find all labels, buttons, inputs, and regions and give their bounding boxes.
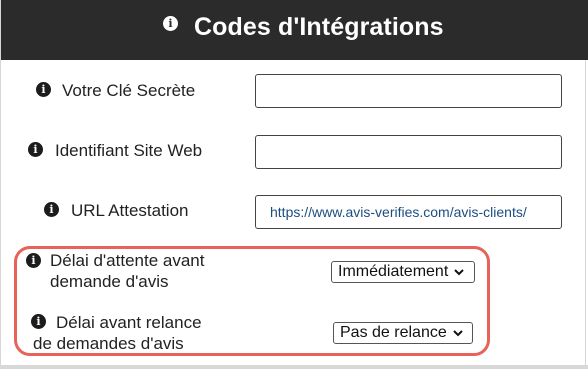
chevron-down-icon — [453, 330, 463, 337]
delay-select[interactable]: Immédiatement — [331, 261, 475, 283]
info-icon[interactable]: i — [44, 202, 59, 217]
reminder-label-line2: de demandes d'avis — [33, 334, 184, 353]
bottom-divider — [0, 365, 588, 369]
integration-codes-panel: i Codes d'Intégrations i Votre Clé Secrè… — [0, 0, 588, 365]
secret-key-input[interactable] — [255, 74, 562, 108]
reminder-select[interactable]: Pas de relance — [333, 322, 473, 344]
info-icon[interactable]: i — [28, 142, 43, 157]
panel-header: i Codes d'Intégrations — [1, 0, 588, 60]
page-title: Codes d'Intégrations — [194, 13, 444, 41]
url-attestation-input[interactable] — [255, 195, 562, 229]
info-icon[interactable]: i — [36, 82, 51, 97]
site-id-input[interactable] — [255, 135, 562, 169]
delay-label-line1: Délai d'attente avant — [50, 251, 205, 270]
info-icon: i — [163, 16, 178, 31]
reminder-select-value: Pas de relance — [340, 324, 447, 341]
delay-select-value: Immédiatement — [338, 263, 449, 280]
secret-key-label: Votre Clé Secrète — [62, 81, 196, 100]
chevron-down-icon — [454, 269, 464, 276]
reminder-label-line1: Délai avant relance — [56, 313, 202, 332]
site-id-label: Identifiant Site Web — [55, 141, 203, 160]
info-icon[interactable]: i — [31, 314, 46, 329]
url-attestation-label: URL Attestation — [71, 201, 189, 220]
info-icon[interactable]: i — [26, 253, 41, 268]
delay-label-line2: demande d'avis — [50, 272, 169, 291]
